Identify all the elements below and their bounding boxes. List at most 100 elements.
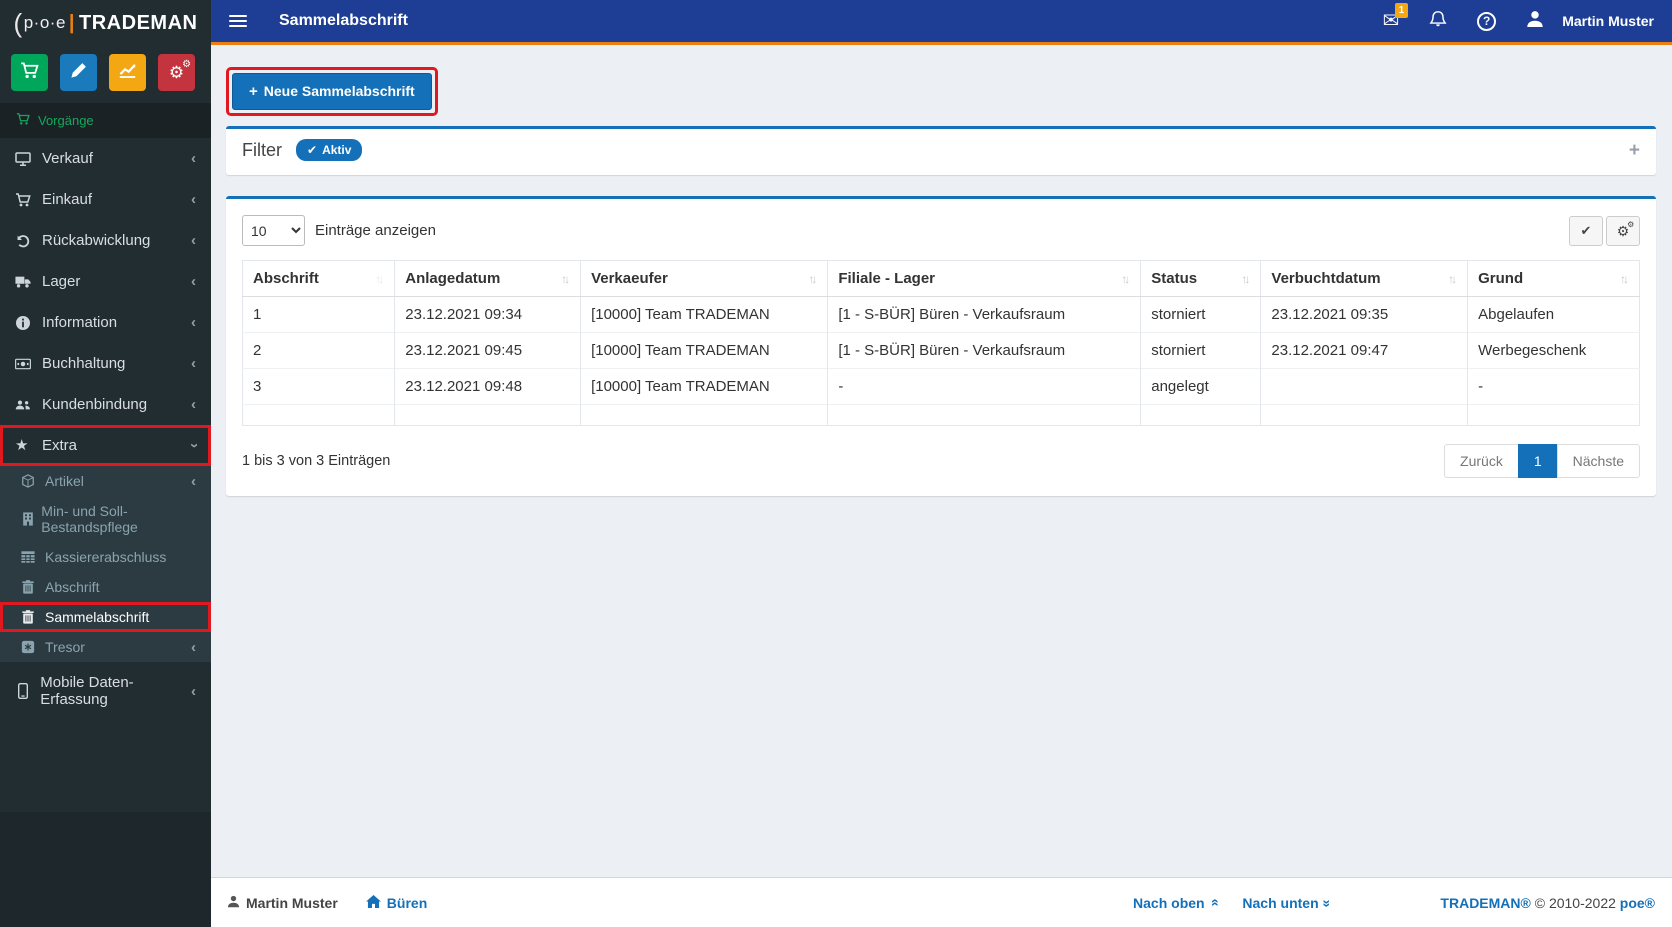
page-length-select[interactable]: 10 — [242, 215, 305, 246]
quick-sale-button[interactable] — [11, 54, 48, 91]
current-user-name: Martin Muster — [1562, 13, 1654, 29]
sidebar-menu: Verkauf ‹ Einkauf ‹ Rückabwicklung ‹ Lag… — [0, 138, 211, 720]
user-menu-button[interactable] — [1526, 10, 1544, 33]
double-chevron-down-icon: » — [1319, 899, 1336, 906]
logo-paren: ( — [13, 7, 23, 38]
table-header-row: Abschrift ↑↓ Anlagedatum ↑↓ Verkaeufer ↑↓ F… — [242, 260, 1640, 297]
sidebar-item-kundenbindung[interactable]: Kundenbindung ‹ — [0, 384, 211, 425]
chevron-down-icon: ‹ — [185, 443, 202, 448]
quick-settings-button[interactable]: ⚙ ⚙ — [158, 54, 195, 91]
chart-line-icon — [118, 61, 137, 85]
sidebar-section-header: Vorgänge — [0, 103, 211, 138]
annotation-box-new-button: + Neue Sammelabschrift — [226, 67, 438, 116]
sidebar-item-rueckabwicklung[interactable]: Rückabwicklung ‹ — [0, 220, 211, 261]
column-header-abschrift[interactable]: Abschrift ↑↓ — [242, 260, 395, 297]
sidebar-item-buchhaltung[interactable]: Buchhaltung ‹ — [0, 343, 211, 384]
app-window: (p·o·e | TRADEMAN ⚙ ⚙ Vorgänge Verkauf ‹… — [0, 0, 1672, 927]
sort-icon[interactable]: ↑↓ — [1620, 272, 1629, 286]
quick-buttons: ⚙ ⚙ — [0, 46, 211, 103]
submenu-item-sammelabschrift[interactable]: Sammelabschrift — [0, 602, 211, 632]
submenu-item-min-soll[interactable]: Min- und Soll-Bestandspflege — [0, 496, 211, 542]
logo-brand: TRADEMAN — [79, 11, 198, 34]
sort-icon[interactable]: ↑↓ — [1121, 272, 1130, 286]
table-row[interactable]: 3 23.12.2021 09:48 [10000] Team TRADEMAN… — [242, 368, 1640, 405]
copyright-company: poe® — [1619, 894, 1655, 911]
gears-icon: ⚙ ⚙ — [168, 59, 192, 82]
sammelabschrift-table: Abschrift ↑↓ Anlagedatum ↑↓ Verkaeufer ↑↓ F… — [242, 260, 1640, 426]
cart-icon — [15, 192, 42, 208]
sort-icon[interactable]: ↑↓ — [1241, 272, 1250, 286]
sidebar: (p·o·e | TRADEMAN ⚙ ⚙ Vorgänge Verkauf ‹… — [0, 0, 211, 927]
sidebar-item-einkauf[interactable]: Einkauf ‹ — [0, 179, 211, 220]
help-button[interactable]: ? — [1477, 11, 1497, 31]
user-icon — [227, 895, 240, 911]
sort-icon[interactable]: ↑↓ — [1448, 272, 1457, 286]
copyright-text: TRADEMAN® © 2010-2022 poe® — [1440, 894, 1655, 911]
quick-edit-button[interactable] — [60, 54, 97, 91]
notifications-button[interactable] — [1429, 10, 1447, 33]
users-icon — [15, 397, 42, 413]
main-content: + Neue Sammelabschrift Filter ✔ Aktiv + 10… — [211, 45, 1672, 877]
submenu-item-artikel[interactable]: Artikel ‹ — [0, 466, 211, 496]
chevron-left-icon: ‹ — [191, 232, 196, 249]
column-header-filiale-lager[interactable]: Filiale - Lager ↑↓ — [827, 260, 1141, 297]
table-settings-button[interactable]: ⚙ ⚙ — [1606, 215, 1640, 246]
building-icon — [21, 512, 41, 526]
footer-user: Martin Muster — [227, 895, 338, 911]
table-info-text: 1 bis 3 von 3 Einträgen — [242, 453, 391, 469]
table-check-button[interactable]: ✔ — [1569, 215, 1603, 246]
message-count-badge: 1 — [1394, 3, 1409, 18]
sort-icon[interactable]: ↑↓ — [808, 272, 817, 286]
logo-poe: p·o·e — [23, 13, 66, 32]
chevron-left-icon: ‹ — [191, 191, 196, 208]
check-icon: ✔ — [307, 143, 318, 157]
column-header-status[interactable]: Status ↑↓ — [1140, 260, 1261, 297]
quick-stats-button[interactable] — [109, 54, 146, 91]
filter-expand-button[interactable]: + — [1629, 141, 1640, 160]
column-header-verbuchtdatum[interactable]: Verbuchtdatum ↑↓ — [1260, 260, 1468, 297]
chevron-left-icon: ‹ — [191, 355, 196, 372]
bell-icon — [1429, 10, 1447, 33]
sidebar-item-lager[interactable]: Lager ‹ — [0, 261, 211, 302]
sidebar-item-information[interactable]: Information ‹ — [0, 302, 211, 343]
cube-icon — [21, 474, 45, 488]
messages-button[interactable]: ✉ 1 — [1382, 3, 1409, 31]
page-title: Sammelabschrift — [279, 12, 408, 29]
app-logo[interactable]: (p·o·e | TRADEMAN — [0, 0, 211, 46]
chevron-left-icon: ‹ — [191, 472, 196, 490]
question-icon: ? — [1477, 11, 1497, 31]
column-header-grund[interactable]: Grund ↑↓ — [1467, 260, 1640, 297]
double-chevron-up-icon: » — [1204, 899, 1221, 906]
trash-icon — [21, 610, 45, 624]
topbar: Sammelabschrift ✉ 1 ? Martin Muster — [211, 0, 1672, 45]
sidebar-item-extra[interactable]: ★ Extra ‹ — [0, 425, 211, 466]
hamburger-menu-icon[interactable] — [227, 11, 249, 31]
submenu-item-tresor[interactable]: Tresor ‹ — [0, 632, 211, 662]
chevron-left-icon: ‹ — [191, 150, 196, 167]
star-icon: ★ — [15, 437, 29, 454]
gears-icon: ⚙ ⚙ — [1616, 219, 1635, 239]
table-row[interactable]: 1 23.12.2021 09:34 [10000] Team TRADEMAN… — [242, 296, 1640, 333]
pagination-prev-button[interactable]: Zurück — [1444, 444, 1519, 478]
submenu-item-abschrift[interactable]: Abschrift — [0, 572, 211, 602]
pagination-next-button[interactable]: Nächste — [1556, 444, 1640, 478]
table-row[interactable]: 2 23.12.2021 09:45 [10000] Team TRADEMAN… — [242, 332, 1640, 369]
new-sammelabschrift-button[interactable]: + Neue Sammelabschrift — [232, 73, 432, 110]
scroll-to-bottom-link[interactable]: Nach unten » — [1242, 895, 1335, 911]
pagination-page-1-button[interactable]: 1 — [1517, 444, 1558, 478]
column-header-anlagedatum[interactable]: Anlagedatum ↑↓ — [394, 260, 581, 297]
footer-location-link[interactable]: Büren — [365, 894, 427, 911]
table-panel: 10 Einträge anzeigen ✔ ⚙ ⚙ Abschrift ↑↓ … — [226, 196, 1656, 496]
mobile-icon — [15, 683, 40, 699]
sort-icon[interactable]: ↑↓ — [375, 272, 384, 286]
sort-icon[interactable]: ↑↓ — [561, 272, 570, 286]
sidebar-item-mobile-daten-erfassung[interactable]: Mobile Daten-Erfassung ‹ — [0, 662, 211, 720]
table-empty-row — [242, 404, 1640, 426]
copyright-brand: TRADEMAN® — [1440, 894, 1531, 911]
plus-icon: + — [249, 83, 258, 100]
sidebar-item-verkauf[interactable]: Verkauf ‹ — [0, 138, 211, 179]
scroll-to-top-link[interactable]: Nach oben » — [1133, 895, 1221, 911]
submenu-item-kassiererabschluss[interactable]: Kassiererabschluss — [0, 542, 211, 572]
column-header-verkaeufer[interactable]: Verkaeufer ↑↓ — [580, 260, 828, 297]
trash-icon — [21, 580, 45, 594]
